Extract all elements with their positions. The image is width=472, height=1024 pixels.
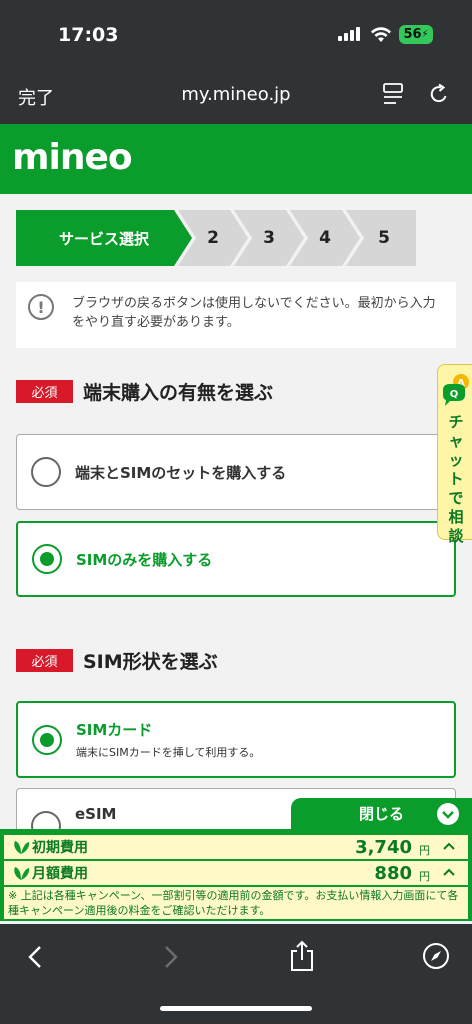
chat-consult-tab[interactable]: A Q チャットで相談 — [437, 364, 472, 545]
monthly-fee-value: 880 — [374, 862, 412, 884]
chevron-down-icon — [437, 803, 459, 825]
cellular-signal-icon — [338, 27, 360, 41]
option-device-and-sim[interactable]: 端末とSIMのセットを購入する — [16, 434, 456, 510]
option-label: eSIM — [75, 805, 117, 823]
forward-icon[interactable] — [158, 944, 182, 970]
site-header: mineo — [0, 124, 472, 194]
wifi-icon — [371, 27, 391, 42]
option-description: 端末にSIMカードを挿して利用する。 — [76, 746, 261, 759]
chevron-up-icon[interactable] — [440, 838, 458, 856]
option-label: 端末とSIMのセットを購入する — [75, 463, 287, 482]
reader-tabs-icon[interactable] — [383, 83, 403, 105]
leaf-icon — [14, 867, 30, 880]
currency-unit: 円 — [419, 870, 430, 883]
fee-summary-panel: 初期費用 3,740 円 月額費用 880 円 ※ 上記は各種キャンペーン、一部… — [0, 829, 472, 921]
notice-box: ! ブラウザの戻るボタンは使用しないでください。最初から入力をやり直す必要があり… — [16, 282, 456, 348]
initial-fee-label: 初期費用 — [32, 840, 88, 856]
home-indicator — [160, 1006, 312, 1011]
radio-button[interactable] — [31, 457, 61, 487]
progress-steps: サービス選択 2 3 4 5 — [16, 210, 456, 266]
option-sim-only[interactable]: SIMのみを購入する — [16, 521, 456, 597]
reload-icon[interactable] — [428, 83, 450, 105]
notice-text: ブラウザの戻るボタンは使用しないでください。最初から入力をやり直す必要があります… — [72, 296, 436, 330]
section-device-purchase: 必須 端末購入の有無を選ぶ — [16, 378, 273, 405]
section-sim-type: 必須 SIM形状を選ぶ — [16, 647, 218, 674]
required-badge: 必須 — [16, 649, 73, 672]
compass-icon[interactable] — [422, 942, 450, 970]
close-fee-panel-button[interactable]: 閉じる — [291, 798, 472, 829]
browser-chrome: 17:03 56 ⚡ my.mineo.jp 完了 — [0, 0, 472, 124]
step-1: サービス選択 — [16, 210, 192, 266]
currency-unit: 円 — [419, 844, 430, 857]
back-icon[interactable] — [24, 944, 48, 970]
chevron-up-icon[interactable] — [440, 864, 458, 882]
initial-fee-value: 3,740 — [355, 836, 412, 858]
initial-fee-row[interactable]: 初期費用 3,740 円 — [4, 835, 468, 859]
close-label: 閉じる — [359, 805, 405, 823]
chat-label: チャットで相談 — [448, 413, 464, 545]
option-label: SIMのみを購入する — [76, 550, 213, 569]
radio-button-checked[interactable] — [32, 544, 62, 574]
share-icon[interactable] — [289, 940, 315, 972]
leaf-icon — [14, 841, 30, 854]
chat-bubble-icon: A Q — [443, 374, 469, 406]
mineo-logo[interactable]: mineo — [12, 137, 133, 178]
done-button[interactable]: 完了 — [18, 84, 54, 110]
fee-disclaimer: ※ 上記は各種キャンペーン、一部割引等の適用前の金額です。お支払い情報入力画面に… — [4, 887, 468, 919]
battery-level: 56 — [403, 27, 422, 42]
option-label: SIMカード — [76, 721, 153, 739]
option-sim-card[interactable]: SIMカード 端末にSIMカードを挿して利用する。 — [16, 701, 456, 778]
section-title: SIM形状を選ぶ — [83, 651, 218, 673]
monthly-fee-row[interactable]: 月額費用 880 円 — [4, 861, 468, 885]
status-time: 17:03 — [58, 24, 119, 46]
alert-icon: ! — [28, 294, 54, 320]
required-badge: 必須 — [16, 380, 73, 403]
section-title: 端末購入の有無を選ぶ — [83, 382, 274, 404]
radio-button-checked[interactable] — [32, 724, 62, 755]
battery-icon: 56 ⚡ — [399, 25, 433, 44]
monthly-fee-label: 月額費用 — [32, 866, 88, 882]
svg-text:Q: Q — [450, 389, 459, 400]
